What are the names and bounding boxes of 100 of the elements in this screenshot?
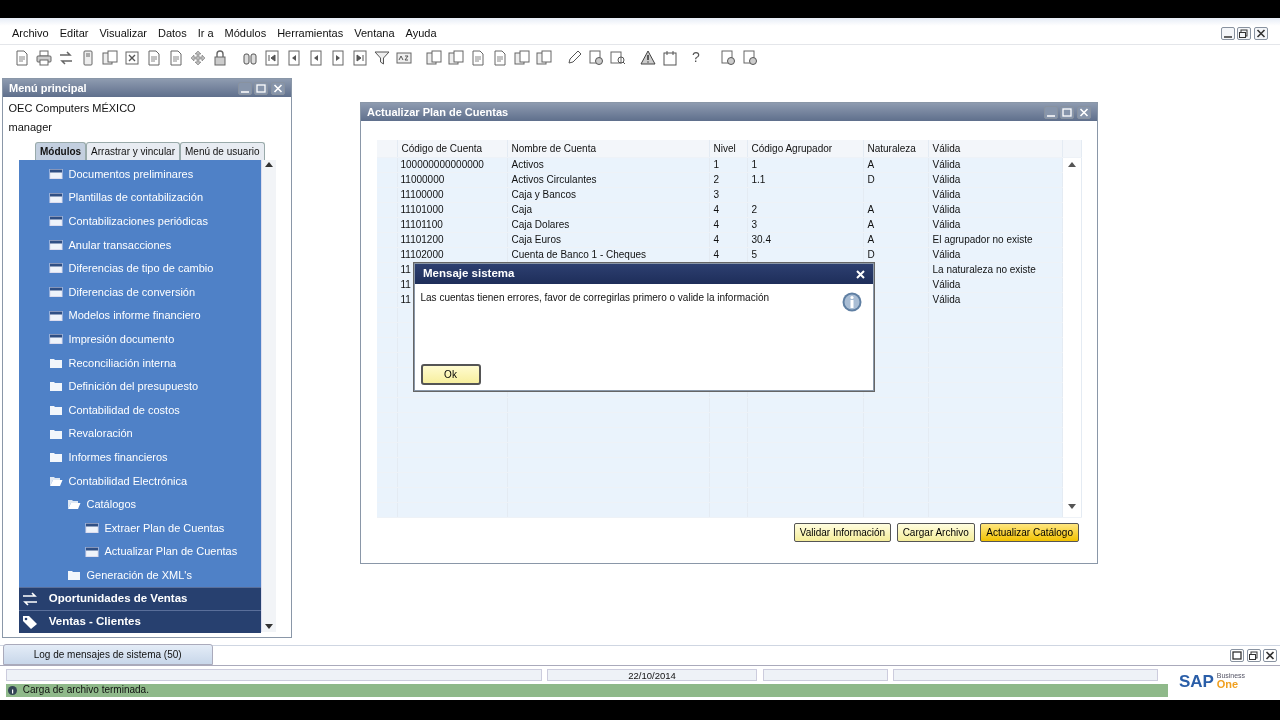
menu-item[interactable]: Anular transacciones	[19, 233, 261, 257]
spreadsheet-icon[interactable]	[124, 49, 140, 66]
document-icon[interactable]	[470, 49, 486, 66]
window-icon	[85, 521, 99, 534]
log-tab[interactable]: Log de mensajes de sistema (50)	[2, 644, 213, 665]
menu-item[interactable]: Catálogos	[19, 492, 261, 517]
menu-item[interactable]: Revaloración	[19, 421, 261, 446]
dialog-message: Las cuentas tienen errores, favor de corregirlas primero o valide la información	[420, 290, 770, 305]
printer-icon[interactable]	[36, 49, 52, 66]
lookup-icon[interactable]	[610, 49, 626, 66]
document-icon[interactable]	[14, 49, 30, 66]
menu-item[interactable]: Ventana	[354, 24, 395, 42]
next-record-icon[interactable]	[330, 49, 346, 66]
filter-icon[interactable]	[374, 49, 390, 66]
menu-item[interactable]: Documentos preliminares	[19, 162, 261, 186]
menu-item[interactable]: Modelos informe financiero	[19, 303, 261, 328]
move-icon[interactable]	[190, 49, 206, 66]
column-header[interactable]: Nivel	[709, 140, 747, 157]
menu-item[interactable]: Contabilizaciones periódicas	[19, 209, 261, 234]
table-cell: 4	[713, 219, 720, 230]
info-icon	[8, 685, 18, 695]
table-cell: D	[867, 174, 875, 185]
module-header[interactable]: Ventas - Clientes	[19, 609, 261, 633]
table-cell: 30.4	[751, 234, 771, 245]
help-button[interactable]: ?	[692, 47, 700, 68]
maximize-icon[interactable]	[254, 81, 269, 95]
column-header[interactable]: Válida	[928, 140, 1062, 157]
scroll-down-icon[interactable]	[265, 623, 273, 629]
menu-tab[interactable]: Menú de usuario	[180, 141, 265, 160]
minimize-icon[interactable]	[237, 81, 252, 95]
menu-item[interactable]: Ayuda	[405, 24, 437, 42]
last-record-icon[interactable]	[352, 49, 368, 66]
arrows-icon[interactable]	[58, 49, 74, 66]
menu-item[interactable]: Informes financieros	[19, 445, 261, 469]
device-icon[interactable]	[80, 49, 96, 66]
minimize-icon[interactable]	[1043, 105, 1058, 119]
menu-item[interactable]: Impresión documento	[19, 327, 261, 351]
documents-icon[interactable]	[426, 49, 442, 66]
calendar-icon[interactable]	[662, 49, 678, 66]
menu-item[interactable]: Datos	[157, 24, 187, 42]
scroll-up-icon[interactable]	[1067, 161, 1076, 167]
table-cell: Válida	[932, 219, 961, 230]
maximize-icon[interactable]	[1060, 105, 1075, 119]
restore-icon[interactable]	[1237, 26, 1252, 40]
documents-icon[interactable]	[514, 49, 530, 66]
menu-item[interactable]: Visualizar	[99, 24, 147, 42]
menu-item[interactable]: Contabilidad Electrónica	[19, 468, 261, 493]
menu-item[interactable]: Herramientas	[277, 24, 344, 42]
menu-item[interactable]: Definición del presupuesto	[19, 374, 261, 399]
table-cell: 2	[713, 174, 720, 185]
window-icon	[49, 191, 63, 204]
dialog-title: Mensaje sistema	[423, 266, 516, 282]
action-button[interactable]: Validar Información	[793, 523, 892, 542]
menu-tab[interactable]: Módulos	[35, 141, 87, 160]
previous-record-icon[interactable]	[286, 49, 302, 66]
lock-icon[interactable]	[212, 49, 228, 66]
scroll-down-icon[interactable]	[1067, 503, 1076, 509]
menu-item[interactable]: Editar	[59, 24, 89, 42]
menu-item[interactable]: Actualizar Plan de Cuentas	[19, 539, 261, 564]
ok-button[interactable]: Ok	[420, 363, 481, 385]
document-icon[interactable]	[146, 49, 162, 66]
restore-icon[interactable]	[1246, 649, 1261, 663]
table-cell: 11	[400, 294, 411, 305]
column-header[interactable]: Código de Cuenta	[397, 140, 507, 157]
menu-item[interactable]: Reconciliación interna	[19, 351, 261, 375]
module-header[interactable]: Oportunidades de Ventas	[19, 586, 261, 610]
documents-icon[interactable]	[102, 49, 118, 66]
scroll-up-icon[interactable]	[265, 162, 273, 168]
sort-icon[interactable]	[396, 49, 412, 66]
scrollbar[interactable]	[261, 159, 276, 632]
menu-item[interactable]: Contabilidad de costos	[19, 398, 261, 422]
menu-item[interactable]: Plantillas de contabilización	[19, 185, 261, 210]
menu-item[interactable]: Diferencias de conversión	[19, 280, 261, 304]
menu-item[interactable]: Extraer Plan de Cuentas	[19, 516, 261, 540]
minimize-icon[interactable]	[1220, 26, 1235, 40]
column-header[interactable]: Naturaleza	[863, 140, 928, 157]
menu-tab[interactable]: Arrastrar y vincular	[86, 141, 180, 160]
maximize-icon[interactable]	[1229, 649, 1244, 663]
table-cell: D	[867, 249, 875, 260]
action-button[interactable]: Cargar Archivo	[896, 523, 975, 542]
warning-icon[interactable]	[640, 49, 656, 66]
action-button[interactable]: Actualizar Catálogo	[980, 523, 1079, 542]
menu-item[interactable]: Generación de XML's	[19, 563, 261, 587]
column-header[interactable]: Código Agrupador	[747, 140, 863, 157]
menu-item[interactable]: Diferencias de tipo de cambio	[19, 256, 261, 281]
column-header[interactable]: Nombre de Cuenta	[507, 140, 709, 157]
documents-icon[interactable]	[448, 49, 464, 66]
menu-item[interactable]: Archivo	[12, 24, 49, 42]
close-icon[interactable]	[1254, 26, 1268, 40]
user-name: manager	[8, 120, 53, 135]
document-icon[interactable]	[492, 49, 508, 66]
menu-item[interactable]: Módulos	[224, 24, 267, 42]
documents-icon[interactable]	[536, 49, 552, 66]
previous-record-icon[interactable]	[308, 49, 324, 66]
table-cell: 11100000	[400, 189, 444, 200]
document-icon[interactable]	[168, 49, 184, 66]
close-icon[interactable]	[1263, 649, 1278, 663]
first-record-icon[interactable]	[264, 49, 280, 66]
menu-item[interactable]: Ir a	[197, 24, 214, 42]
pencil-icon[interactable]	[566, 49, 582, 66]
